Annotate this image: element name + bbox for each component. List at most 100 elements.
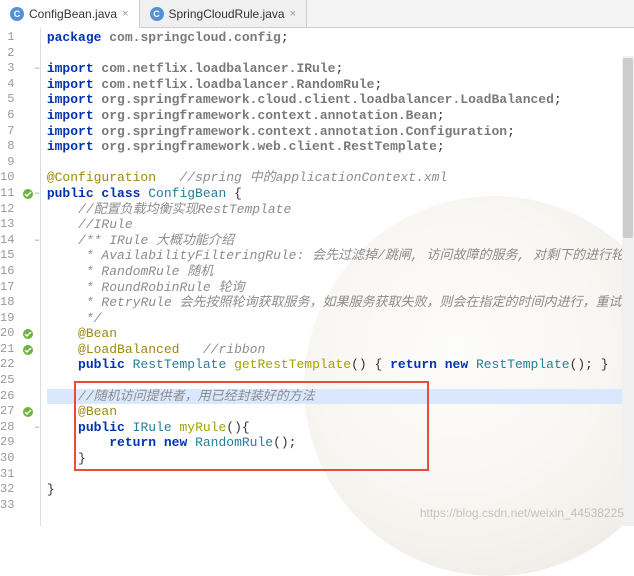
- code-line[interactable]: @Bean: [47, 326, 634, 342]
- fold-toggle: [34, 92, 39, 108]
- fold-toggle: [34, 264, 39, 280]
- gutter-mark: [22, 139, 34, 155]
- line-number: 12: [0, 202, 14, 218]
- fold-toggle[interactable]: −: [34, 186, 39, 202]
- gutter-mark: [22, 311, 34, 327]
- code-line[interactable]: //配置负载均衡实现RestTemplate: [47, 202, 634, 218]
- line-number: 9: [0, 155, 14, 171]
- gutter-mark: [22, 248, 34, 264]
- tab-label: ConfigBean.java: [29, 7, 117, 21]
- code-line[interactable]: [47, 467, 634, 483]
- fold-toggle: [34, 404, 39, 420]
- code-line[interactable]: */: [47, 311, 634, 327]
- gutter-mark: [22, 404, 34, 420]
- code-line[interactable]: }: [47, 482, 634, 498]
- line-number: 19: [0, 311, 14, 327]
- code-line[interactable]: * RoundRobinRule 轮询: [47, 280, 634, 296]
- line-number: 6: [0, 108, 14, 124]
- gutter-mark: [22, 482, 34, 498]
- fold-toggle: [34, 155, 39, 171]
- fold-toggle[interactable]: −: [34, 233, 39, 249]
- code-line[interactable]: import org.springframework.context.annot…: [47, 108, 634, 124]
- code-line[interactable]: [47, 373, 634, 389]
- code-line[interactable]: public IRule myRule(){: [47, 420, 634, 436]
- code-line[interactable]: @Bean: [47, 404, 634, 420]
- tab-springcloudrule[interactable]: C SpringCloudRule.java ×: [140, 0, 308, 27]
- gutter-mark: [22, 420, 34, 436]
- code-line[interactable]: import com.netflix.loadbalancer.RandomRu…: [47, 77, 634, 93]
- gutter-mark: [22, 342, 34, 358]
- close-icon[interactable]: ×: [290, 8, 296, 20]
- code-line[interactable]: [47, 155, 634, 171]
- fold-toggle: [34, 217, 39, 233]
- line-number: 21: [0, 342, 14, 358]
- line-number: 27: [0, 404, 14, 420]
- line-number-gutter: 1234567891011121314151617181920212225262…: [0, 28, 22, 526]
- line-number: 16: [0, 264, 14, 280]
- code-line[interactable]: * RetryRule 会先按照轮询获取服务，如果服务获取失败，则会在指定的时间…: [47, 295, 634, 311]
- gutter-mark: [22, 280, 34, 296]
- gutter-mark: [22, 233, 34, 249]
- java-class-icon: C: [150, 7, 164, 21]
- fold-toggle: [34, 170, 39, 186]
- close-icon[interactable]: ×: [122, 8, 128, 20]
- code-line[interactable]: //IRule: [47, 217, 634, 233]
- line-number: 8: [0, 139, 14, 155]
- fold-toggle: [34, 357, 39, 373]
- code-line[interactable]: * AvailabilityFilteringRule: 会先过滤掉/跳闸, 访…: [47, 248, 634, 264]
- vertical-scrollbar[interactable]: [622, 56, 634, 526]
- fold-toggle: [34, 248, 39, 264]
- code-line[interactable]: import org.springframework.web.client.Re…: [47, 139, 634, 155]
- line-number: 11: [0, 186, 14, 202]
- line-number: 2: [0, 46, 14, 62]
- code-line[interactable]: [47, 46, 634, 62]
- line-number: 32: [0, 482, 14, 498]
- fold-toggle: [34, 202, 39, 218]
- gutter-mark: [22, 202, 34, 218]
- line-number: 31: [0, 467, 14, 483]
- code-line[interactable]: import org.springframework.context.annot…: [47, 124, 634, 140]
- gutter-mark: [22, 357, 34, 373]
- code-line[interactable]: public class ConfigBean {: [47, 186, 634, 202]
- fold-toggle: [34, 467, 39, 483]
- line-number: 10: [0, 170, 14, 186]
- line-number: 18: [0, 295, 14, 311]
- fold-toggle[interactable]: −: [34, 420, 39, 436]
- fold-toggle: [34, 373, 39, 389]
- fold-toggle: [34, 311, 39, 327]
- line-number: 3: [0, 61, 14, 77]
- code-line[interactable]: import com.netflix.loadbalancer.IRule;: [47, 61, 634, 77]
- code-line[interactable]: import org.springframework.cloud.client.…: [47, 92, 634, 108]
- line-number: 22: [0, 357, 14, 373]
- line-number: 33: [0, 498, 14, 514]
- code-line[interactable]: package com.springcloud.config;: [47, 30, 634, 46]
- fold-toggle: [34, 326, 39, 342]
- code-line[interactable]: /** IRule 大概功能介绍: [47, 233, 634, 249]
- code-line[interactable]: public RestTemplate getRestTemplate() { …: [47, 357, 634, 373]
- code-line[interactable]: //随机访问提供者，用已经封装好的方法: [47, 389, 634, 405]
- gutter-mark: [22, 389, 34, 405]
- code-line[interactable]: @Configuration //spring 中的applicationCon…: [47, 170, 634, 186]
- gutter-mark: [22, 264, 34, 280]
- line-number: 28: [0, 420, 14, 436]
- line-number: 20: [0, 326, 14, 342]
- scrollbar-thumb[interactable]: [623, 58, 633, 238]
- code-line[interactable]: @LoadBalanced //ribbon: [47, 342, 634, 358]
- tab-configbean[interactable]: C ConfigBean.java ×: [0, 0, 140, 28]
- code-line[interactable]: * RandomRule 随机: [47, 264, 634, 280]
- fold-toggle[interactable]: −: [34, 61, 39, 77]
- fold-toggle: [34, 295, 39, 311]
- fold-toggle: [34, 435, 39, 451]
- code-area[interactable]: package com.springcloud.config; import co…: [41, 28, 634, 526]
- fold-toggle: [34, 280, 39, 296]
- fold-toggle: [34, 498, 39, 514]
- line-number: 26: [0, 389, 14, 405]
- watermark: https://blog.csdn.net/weixin_44538225: [420, 506, 624, 520]
- gutter-mark: [22, 46, 34, 62]
- code-line[interactable]: return new RandomRule();: [47, 435, 634, 451]
- gutter-mark: [22, 170, 34, 186]
- line-number: 13: [0, 217, 14, 233]
- tab-bar: C ConfigBean.java × C SpringCloudRule.ja…: [0, 0, 634, 28]
- code-line[interactable]: }: [47, 451, 634, 467]
- line-number: 29: [0, 435, 14, 451]
